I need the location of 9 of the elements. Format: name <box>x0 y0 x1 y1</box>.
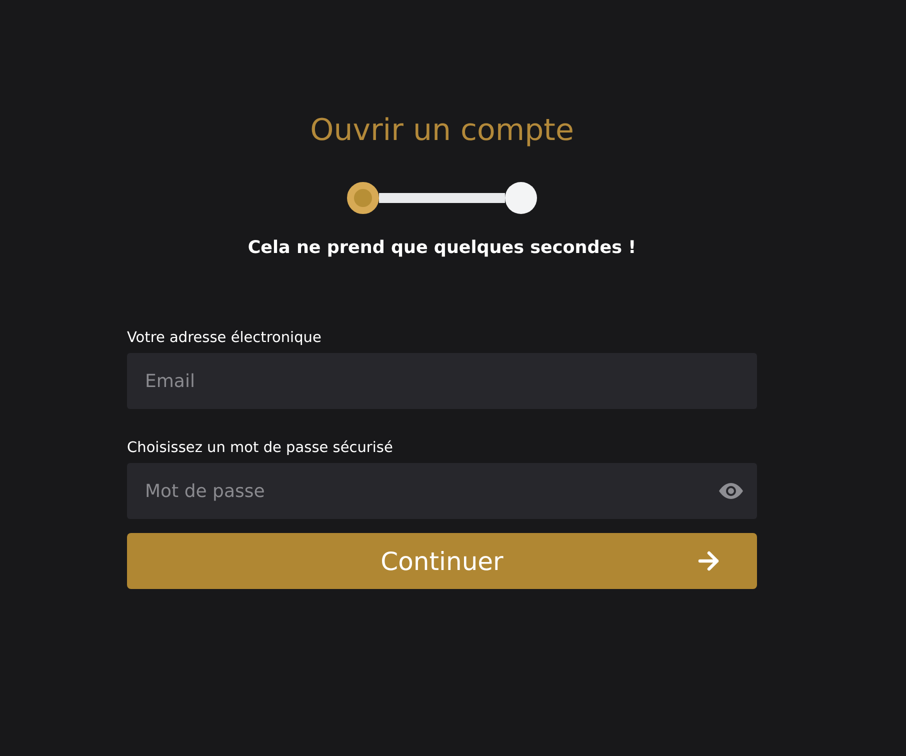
email-field[interactable]: Email <box>127 353 757 409</box>
page-title: Ouvrir un compte <box>310 112 574 150</box>
eye-icon[interactable] <box>719 483 743 499</box>
field-label: Votre adresse électronique <box>127 329 322 348</box>
arrow-right-icon <box>697 549 721 573</box>
subtitle: Cela ne prend que quelques secondes ! <box>248 238 636 258</box>
field-label: Choisissez un mot de passe sécurisé <box>127 439 394 458</box>
continue-button[interactable]: Continuer <box>127 533 757 589</box>
password-field[interactable]: Mot de passe <box>127 463 757 519</box>
